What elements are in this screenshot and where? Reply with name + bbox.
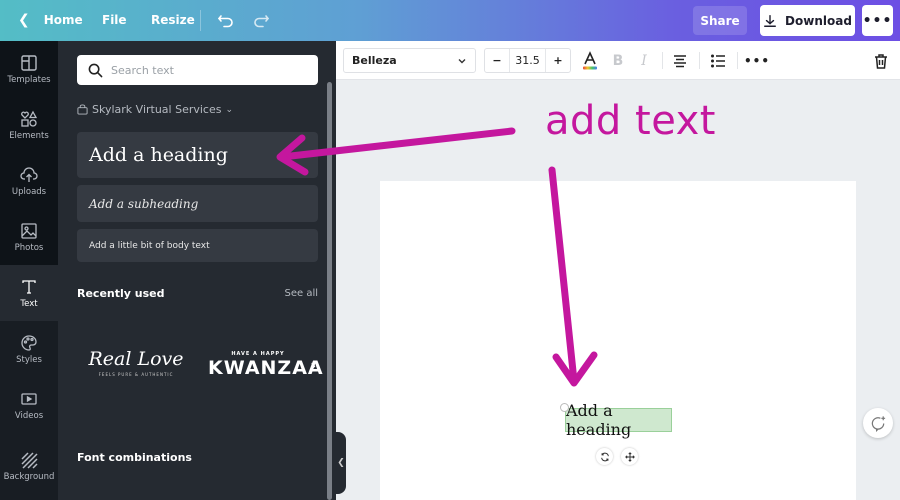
brand-kit-label: Skylark Virtual Services: [92, 103, 222, 116]
search-input[interactable]: [111, 63, 301, 77]
videos-icon: [21, 392, 37, 405]
photos-icon: [21, 222, 37, 239]
uploads-icon: [20, 166, 38, 182]
rail-label: Styles: [16, 354, 42, 365]
left-rail: Templates Elements Uploads Photos Text S…: [0, 41, 58, 500]
download-icon: [764, 14, 776, 27]
rail-item-elements[interactable]: Elements: [0, 97, 58, 153]
home-label: Home: [43, 13, 83, 27]
recently-used-title: Recently used: [77, 287, 165, 300]
annotation-label: add text: [545, 98, 716, 144]
rotate-button[interactable]: [596, 448, 613, 465]
share-button[interactable]: Share: [693, 6, 747, 35]
templates-icon: [21, 54, 37, 71]
styles-icon: [21, 334, 37, 351]
font-combinations-title: Font combinations: [77, 451, 192, 464]
text-color-icon: [583, 51, 597, 70]
download-label: Download: [785, 13, 852, 28]
redo-button[interactable]: [251, 10, 271, 30]
design-canvas[interactable]: [380, 181, 856, 500]
redo-icon: [254, 15, 270, 28]
file-menu-button[interactable]: File: [102, 13, 127, 27]
align-center-button[interactable]: [671, 50, 689, 72]
add-body-text-button[interactable]: Add a little bit of body text: [77, 229, 318, 262]
list-button[interactable]: [709, 50, 727, 72]
brand-kit-icon: [77, 104, 88, 115]
chevron-left-icon: ❮: [337, 458, 345, 468]
rail-item-text[interactable]: Text: [0, 265, 58, 321]
toolbar-divider: [737, 52, 738, 69]
top-bar: ❮ Home File Resize Share Download •••: [0, 0, 900, 41]
collapse-panel-button[interactable]: ❮: [336, 432, 346, 494]
recent-font-real-love[interactable]: Real Love FEELS PURE & AUTHENTIC: [86, 348, 186, 377]
rail-item-styles[interactable]: Styles: [0, 321, 58, 377]
rail-item-uploads[interactable]: Uploads: [0, 153, 58, 209]
increase-font-size-button[interactable]: +: [546, 54, 570, 67]
add-comment-button[interactable]: [863, 408, 893, 438]
italic-button[interactable]: I: [636, 50, 652, 72]
search-box[interactable]: [77, 55, 318, 85]
bold-button[interactable]: B: [610, 50, 626, 72]
toolbar-divider: [662, 52, 663, 69]
decrease-font-size-button[interactable]: −: [485, 54, 509, 67]
rail-label: Text: [20, 298, 38, 309]
chevron-left-icon: ❮: [18, 12, 30, 28]
text-panel: Skylark Virtual Services ⌄ Add a heading…: [58, 41, 336, 500]
rail-label: Background: [3, 472, 55, 482]
search-icon: [88, 63, 103, 77]
font-family-dropdown[interactable]: Belleza: [343, 48, 476, 73]
font-size-stepper: − 31.5 +: [484, 48, 571, 73]
resize-button[interactable]: Resize: [151, 13, 195, 27]
move-icon: [624, 451, 635, 462]
recent-item-subtitle: FEELS PURE & AUTHENTIC: [98, 372, 174, 377]
rail-label: Templates: [7, 74, 51, 85]
rotate-icon: [600, 452, 609, 461]
panel-scrollbar[interactable]: [327, 82, 332, 500]
rail-label: Elements: [9, 130, 49, 141]
chevron-down-icon: ⌄: [225, 104, 234, 115]
rail-item-background[interactable]: Background: [0, 433, 58, 500]
recent-item-title: Real Love: [88, 348, 184, 370]
more-text-options-button[interactable]: •••: [744, 50, 769, 72]
see-all-link[interactable]: See all: [284, 288, 318, 299]
chevron-right-icon[interactable]: ›: [310, 356, 316, 375]
brand-kit-selector[interactable]: Skylark Virtual Services ⌄: [77, 103, 233, 116]
recent-item-title: KWANZAA: [208, 357, 324, 379]
add-heading-button[interactable]: Add a heading: [77, 132, 318, 178]
bullet-list-icon: [711, 54, 725, 68]
selected-text-element[interactable]: Add a heading: [565, 401, 672, 439]
elements-icon: [21, 110, 38, 127]
rail-label: Photos: [14, 242, 44, 253]
chevron-down-icon: [458, 58, 466, 63]
home-button[interactable]: ❮ Home: [18, 12, 83, 28]
topbar-divider: [200, 10, 201, 31]
font-family-value: Belleza: [352, 54, 397, 67]
rail-item-photos[interactable]: Photos: [0, 209, 58, 265]
text-icon: [22, 279, 36, 294]
resize-handle[interactable]: [560, 403, 569, 412]
undo-button[interactable]: [216, 10, 236, 30]
text-toolbar: Belleza − 31.5 + B I •••: [336, 41, 900, 80]
rail-item-videos[interactable]: Videos: [0, 377, 58, 433]
move-button[interactable]: [621, 448, 638, 465]
trash-icon: [875, 54, 887, 69]
rail-item-templates[interactable]: Templates: [0, 41, 58, 97]
more-options-button[interactable]: •••: [862, 5, 893, 36]
font-size-input[interactable]: 31.5: [509, 49, 546, 72]
add-subheading-button[interactable]: Add a subheading: [77, 185, 318, 222]
comment-add-icon: [871, 415, 885, 432]
delete-button[interactable]: [872, 50, 890, 72]
rail-label: Uploads: [11, 186, 47, 197]
recent-font-kwanzaa[interactable]: HAVE A HAPPY KWANZAA: [208, 351, 324, 379]
text-color-button[interactable]: [580, 50, 600, 72]
background-icon: [21, 452, 38, 469]
undo-icon: [217, 15, 233, 28]
toolbar-divider: [699, 52, 700, 69]
align-center-icon: [674, 55, 686, 68]
download-button[interactable]: Download: [760, 5, 855, 36]
rail-label: Videos: [14, 410, 44, 421]
